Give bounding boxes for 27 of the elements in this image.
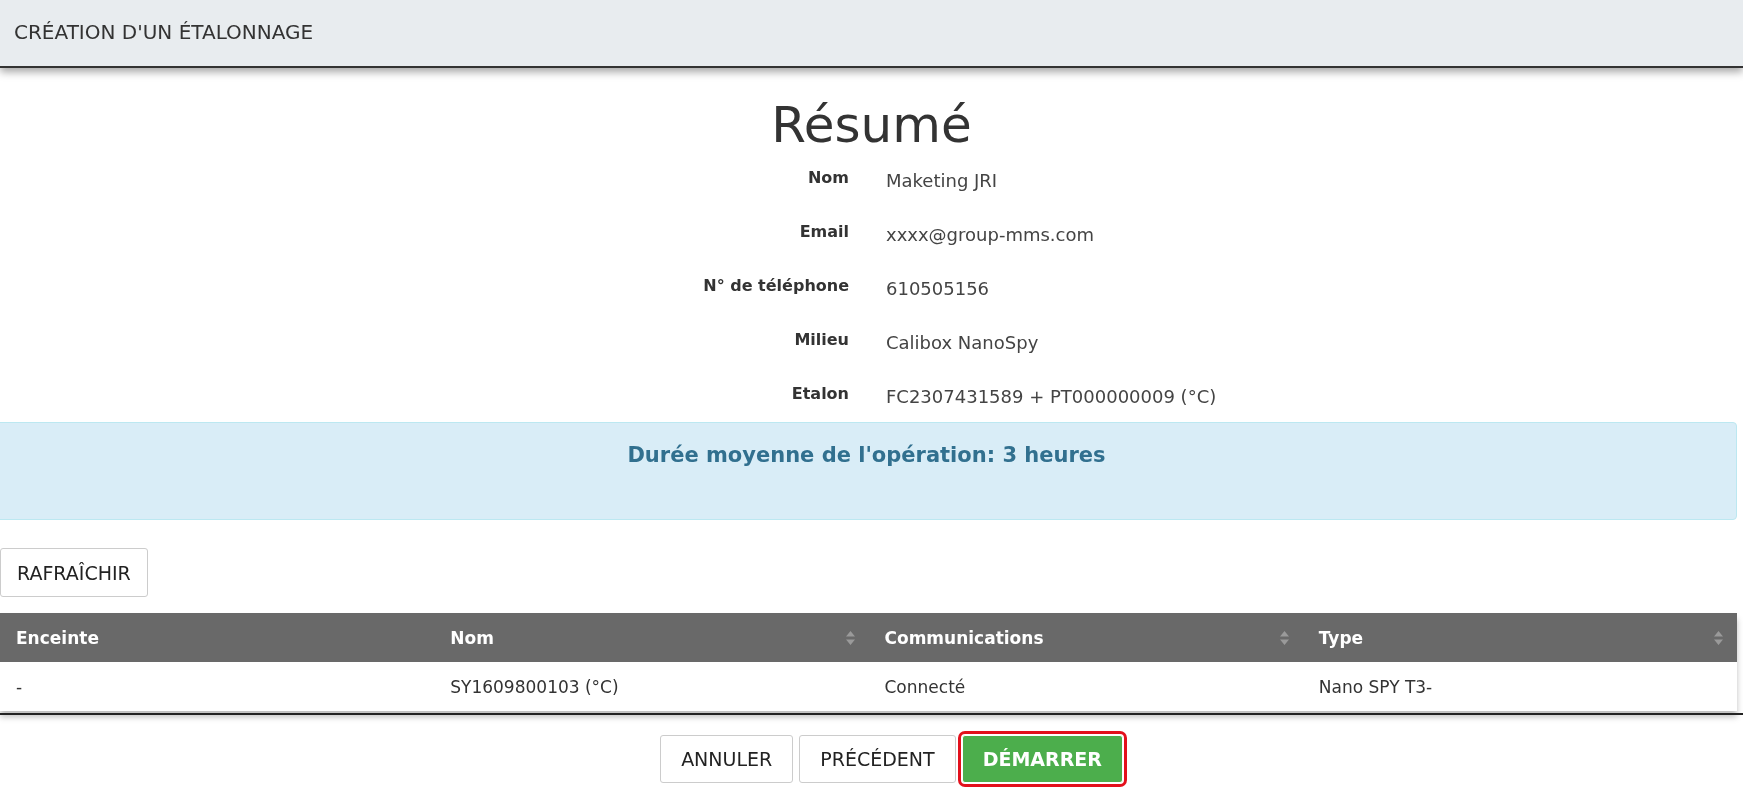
field-label: Milieu: [793, 329, 849, 351]
table-cell-text: Connecté: [883, 675, 967, 699]
refresh-button[interactable]: RAFRAÎCHIR: [0, 548, 148, 597]
field-value: Maketing JRI: [886, 170, 999, 192]
field-value: FC2307431589 + PT000000009 (°C): [886, 386, 1218, 408]
column-header[interactable]: Type: [1318, 627, 1364, 648]
field-value: 610505156: [886, 278, 991, 300]
field-value: Calibox NanoSpy: [886, 332, 1040, 354]
table-cell-text: SY1609800103 (°C): [449, 675, 620, 699]
column-header[interactable]: Enceinte: [16, 627, 99, 648]
summary-heading: Résumé: [771, 98, 972, 153]
table-cell-text: -: [15, 675, 24, 699]
field-label: N° de téléphone: [702, 275, 849, 297]
column-header[interactable]: Communications: [884, 627, 1044, 648]
field-label: Nom: [806, 167, 849, 189]
dialog-button[interactable]: ANNULER: [660, 735, 794, 783]
info-alert: Durée moyenne de l'opération: 3 heures: [0, 422, 1737, 520]
sort-icon[interactable]: [1714, 630, 1723, 645]
column-header[interactable]: Nom: [450, 627, 494, 648]
field-label: Etalon: [790, 383, 849, 405]
table-cell-text: Nano SPY T3-: [1317, 675, 1434, 699]
field-value: xxxx@group-mms.com: [886, 224, 1095, 246]
dialog-title: CRÉATION D'UN ÉTALONNAGE: [14, 20, 314, 44]
field-label: Email: [798, 221, 849, 243]
dialog-button[interactable]: PRÉCÉDENT: [799, 735, 956, 783]
sort-icon[interactable]: [1279, 630, 1289, 645]
sort-icon[interactable]: [845, 630, 855, 645]
